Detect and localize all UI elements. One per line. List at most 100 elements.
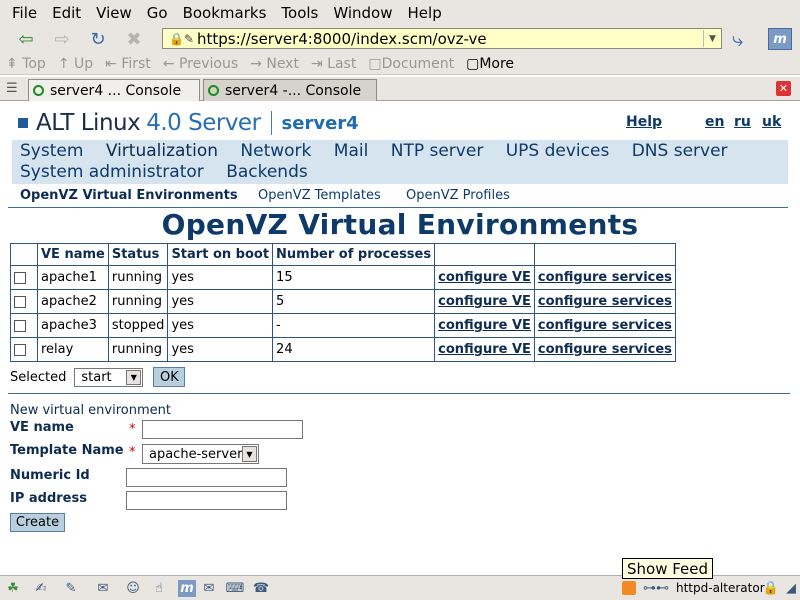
link-last[interactable]: ⇥ Last: [311, 56, 356, 72]
link-last-label: Last: [327, 55, 357, 72]
editor-icon[interactable]: ✎: [62, 580, 80, 597]
row-checkbox[interactable]: [14, 271, 26, 284]
chevron-down-icon[interactable]: ▼: [703, 30, 721, 47]
irc-icon[interactable]: ☎: [252, 580, 270, 597]
menu-tools[interactable]: Tools: [281, 4, 318, 22]
nav-network[interactable]: Network: [240, 141, 311, 161]
sub-nav: OpenVZ Virtual Environments OpenVZ Templ…: [8, 186, 788, 208]
stop-icon[interactable]: ✖: [116, 26, 152, 52]
cell-start-on-boot: yes: [167, 265, 274, 290]
link-next-label: Next: [266, 55, 299, 72]
cell-status: running: [107, 337, 169, 362]
ve-name-input[interactable]: [142, 420, 303, 439]
menu-edit[interactable]: Edit: [52, 4, 81, 22]
go-icon[interactable]: ⤷: [732, 27, 743, 51]
tab-console-2[interactable]: server4 -... Console: [203, 79, 377, 101]
lang-ru-link[interactable]: ru: [734, 114, 751, 130]
cell-ve-name: apache3: [37, 313, 109, 338]
forward-icon[interactable]: ⇨: [44, 26, 80, 52]
lang-uk-link[interactable]: uk: [762, 114, 781, 130]
configure-services-link[interactable]: configure services: [533, 337, 676, 362]
ip-address-input[interactable]: [126, 491, 287, 510]
menu-help[interactable]: Help: [408, 4, 442, 22]
site-navigation-bar: ⇞ Top ↑ Up ⇤ First ← Previous → Next ⇥ L…: [0, 53, 800, 75]
header-status: Status: [107, 243, 169, 266]
brand-header: ALT Linux 4.0 Server server4: [18, 110, 359, 136]
navigator-icon[interactable]: ☘: [4, 580, 22, 597]
menu-go[interactable]: Go: [147, 4, 168, 22]
menu-bookmarks[interactable]: Bookmarks: [183, 4, 267, 22]
link-top[interactable]: ⇞ Top: [6, 56, 46, 72]
ve-table: VE name Status Start on boot Number of p…: [10, 243, 676, 362]
close-tab-icon[interactable]: ✕: [776, 81, 791, 96]
configure-services-link[interactable]: configure services: [533, 313, 676, 338]
nav-backends[interactable]: Backends: [226, 162, 308, 182]
nav-system-administrator[interactable]: System administrator: [20, 162, 204, 182]
row-checkbox[interactable]: [14, 343, 26, 356]
required-mark: *: [129, 422, 136, 437]
menu-file[interactable]: File: [12, 4, 37, 22]
nav-dns-server[interactable]: DNS server: [632, 141, 728, 161]
hand-icon[interactable]: ☝: [150, 580, 168, 597]
link-document[interactable]: □Document: [368, 56, 454, 72]
table-row: apache2 running yes 5 configure VE confi…: [10, 289, 676, 314]
tab-status-icon: [33, 85, 44, 96]
numeric-id-input[interactable]: [126, 468, 287, 487]
nav-mail[interactable]: Mail: [334, 141, 369, 161]
row-checkbox-cell: [10, 313, 38, 338]
lang-en-link[interactable]: en: [705, 114, 724, 130]
configure-ve-link[interactable]: configure VE: [434, 265, 535, 290]
nav-system[interactable]: System: [20, 141, 83, 161]
link-more[interactable]: ▢More: [466, 56, 514, 72]
cell-processes: 5: [272, 289, 436, 314]
configure-ve-link[interactable]: configure VE: [434, 337, 535, 362]
ok-button[interactable]: OK: [153, 367, 186, 387]
tab-console-1[interactable]: server4 ... Console: [28, 79, 200, 101]
subnav-profiles[interactable]: OpenVZ Profiles: [406, 188, 510, 203]
configure-services-link[interactable]: configure services: [533, 265, 676, 290]
menu-window[interactable]: Window: [333, 4, 392, 22]
link-first[interactable]: ⇤ First: [105, 56, 151, 72]
mail-compose-icon[interactable]: ✍: [32, 580, 50, 597]
link-previous[interactable]: ← Previous: [163, 56, 238, 72]
address-book-icon[interactable]: ✉: [94, 580, 112, 597]
nav-ups-devices[interactable]: UPS devices: [506, 141, 610, 161]
app-logo-icon[interactable]: m: [178, 580, 196, 597]
menu-view[interactable]: View: [96, 4, 132, 22]
template-name-label: Template Name: [10, 443, 124, 458]
help-link[interactable]: Help: [626, 114, 662, 130]
nav-ntp-server[interactable]: NTP server: [391, 141, 484, 161]
brand-version: 4.0 Server: [146, 110, 261, 136]
rss-feed-icon[interactable]: [622, 581, 636, 595]
chevron-down-icon: ▼: [126, 369, 142, 385]
menu-bar: File Edit View Go Bookmarks Tools Window…: [0, 0, 800, 25]
cell-ve-name: relay: [37, 337, 109, 362]
reload-icon[interactable]: ↻: [80, 26, 116, 52]
create-button[interactable]: Create: [10, 513, 65, 532]
back-icon[interactable]: ⇦: [8, 26, 44, 52]
composer-icon[interactable]: ⌨: [226, 580, 245, 597]
action-select[interactable]: start ▼: [74, 367, 144, 387]
mail-icon[interactable]: ✉: [200, 580, 218, 597]
tab-status-icon: [208, 85, 219, 96]
configure-services-link[interactable]: configure services: [533, 289, 676, 314]
row-checkbox[interactable]: [14, 319, 26, 332]
header-ve-name: VE name: [37, 243, 109, 266]
template-select[interactable]: apache-server ▼: [142, 444, 259, 464]
tab-bar: ☰ server4 ... Console server4 -... Conso…: [0, 77, 800, 101]
nav-virtualization[interactable]: Virtualization: [106, 141, 218, 161]
cell-start-on-boot: yes: [167, 337, 274, 362]
subnav-templates[interactable]: OpenVZ Templates: [258, 188, 381, 203]
subnav-ve[interactable]: OpenVZ Virtual Environments: [20, 188, 238, 203]
row-checkbox-cell: [10, 337, 38, 362]
address-text: https://server4:8000/index.scm/ovz-ve: [197, 29, 487, 48]
address-bar[interactable]: 🔒✎ https://server4:8000/index.scm/ovz-ve…: [162, 28, 722, 49]
link-next[interactable]: → Next: [250, 56, 299, 72]
row-checkbox[interactable]: [14, 295, 26, 308]
chat-icon[interactable]: ☺: [124, 580, 142, 597]
configure-ve-link[interactable]: configure VE: [434, 289, 535, 314]
configure-ve-link[interactable]: configure VE: [434, 313, 535, 338]
tab-list-icon[interactable]: ☰: [6, 81, 18, 96]
link-up[interactable]: ↑ Up: [58, 56, 93, 72]
cell-status: running: [107, 289, 169, 314]
